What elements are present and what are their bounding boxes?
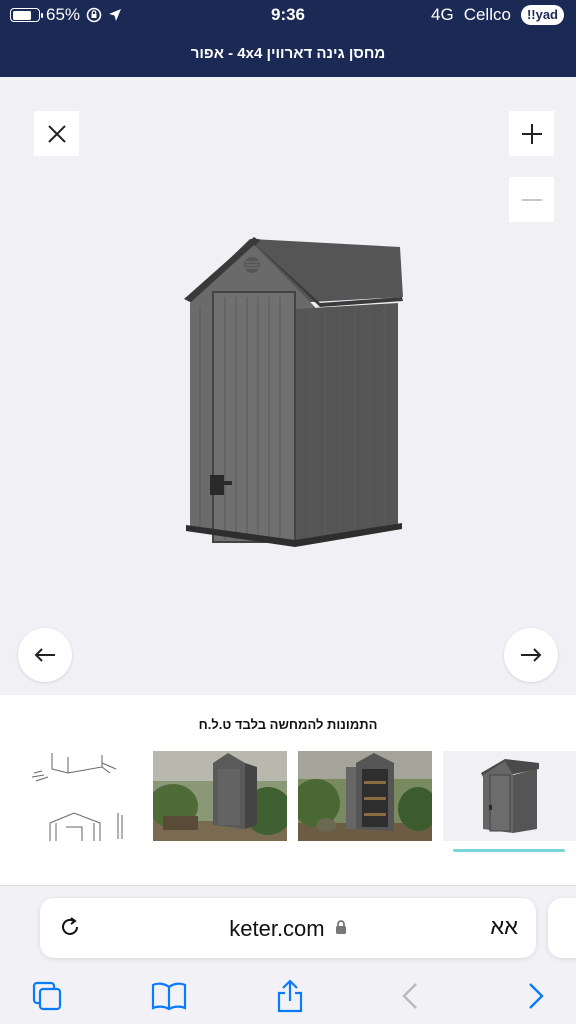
address-bar[interactable]: keter.com אא [40,898,536,958]
share-button[interactable] [272,978,308,1014]
close-icon [47,124,66,143]
close-button[interactable] [34,111,79,156]
arrow-right-icon [521,648,542,662]
bookmarks-button[interactable] [151,978,187,1014]
forward-button[interactable] [518,978,554,1014]
thumbnail-garden-open[interactable] [298,751,432,841]
prev-image-button[interactable] [18,628,72,682]
page-title: מחסן גינה דארווין 4x4 - אפור [190,45,386,62]
zoom-out-button[interactable] [509,177,554,222]
thumbnail-product-selected[interactable] [443,751,576,841]
shed-garden-photo [153,751,287,841]
back-button[interactable] [392,978,428,1014]
thumbnail-garden-closed[interactable] [153,751,287,841]
zoom-in-button[interactable] [509,111,554,156]
browser-toolbar: keter.com אא [0,885,576,1024]
shed-diagram-image [31,753,123,841]
shed-image [184,237,403,547]
image-viewer [0,77,576,695]
status-right: 4G Cellco !!yad [431,4,564,25]
shed-product-image [481,759,539,833]
tabs-icon [32,981,62,1011]
image-disclaimer: התמונות להמחשה בלבד ט.ל.ח [198,717,378,732]
thumbnail-strip: התמונות להמחשה בלבד ט.ל.ח [0,695,576,885]
minus-icon [521,198,542,201]
adjacent-tab-preview[interactable] [548,898,576,958]
url-domain: keter.com [40,916,536,942]
thumbnail-diagram[interactable] [14,751,134,841]
chevron-right-icon [529,983,544,1009]
next-image-button[interactable] [504,628,558,682]
carrier-name: Cellco [463,5,511,24]
page-title-bar: מחסן גינה דארווין 4x4 - אפור [0,30,576,77]
selected-thumbnail-indicator [453,849,565,852]
shed-open-photo [298,751,432,841]
book-icon [151,982,187,1011]
plus-icon [521,123,542,144]
share-icon [277,979,303,1013]
chevron-left-icon [402,983,417,1009]
lock-icon [335,920,346,934]
arrow-left-icon [34,648,55,662]
text-size-button[interactable]: אא [490,914,518,940]
yad2-badge[interactable]: !!yad [520,4,564,25]
tabs-button[interactable] [29,978,65,1014]
network-type: 4G [431,5,454,24]
status-bar: 65% 9:36 4G Cellco !!yad [0,0,576,30]
